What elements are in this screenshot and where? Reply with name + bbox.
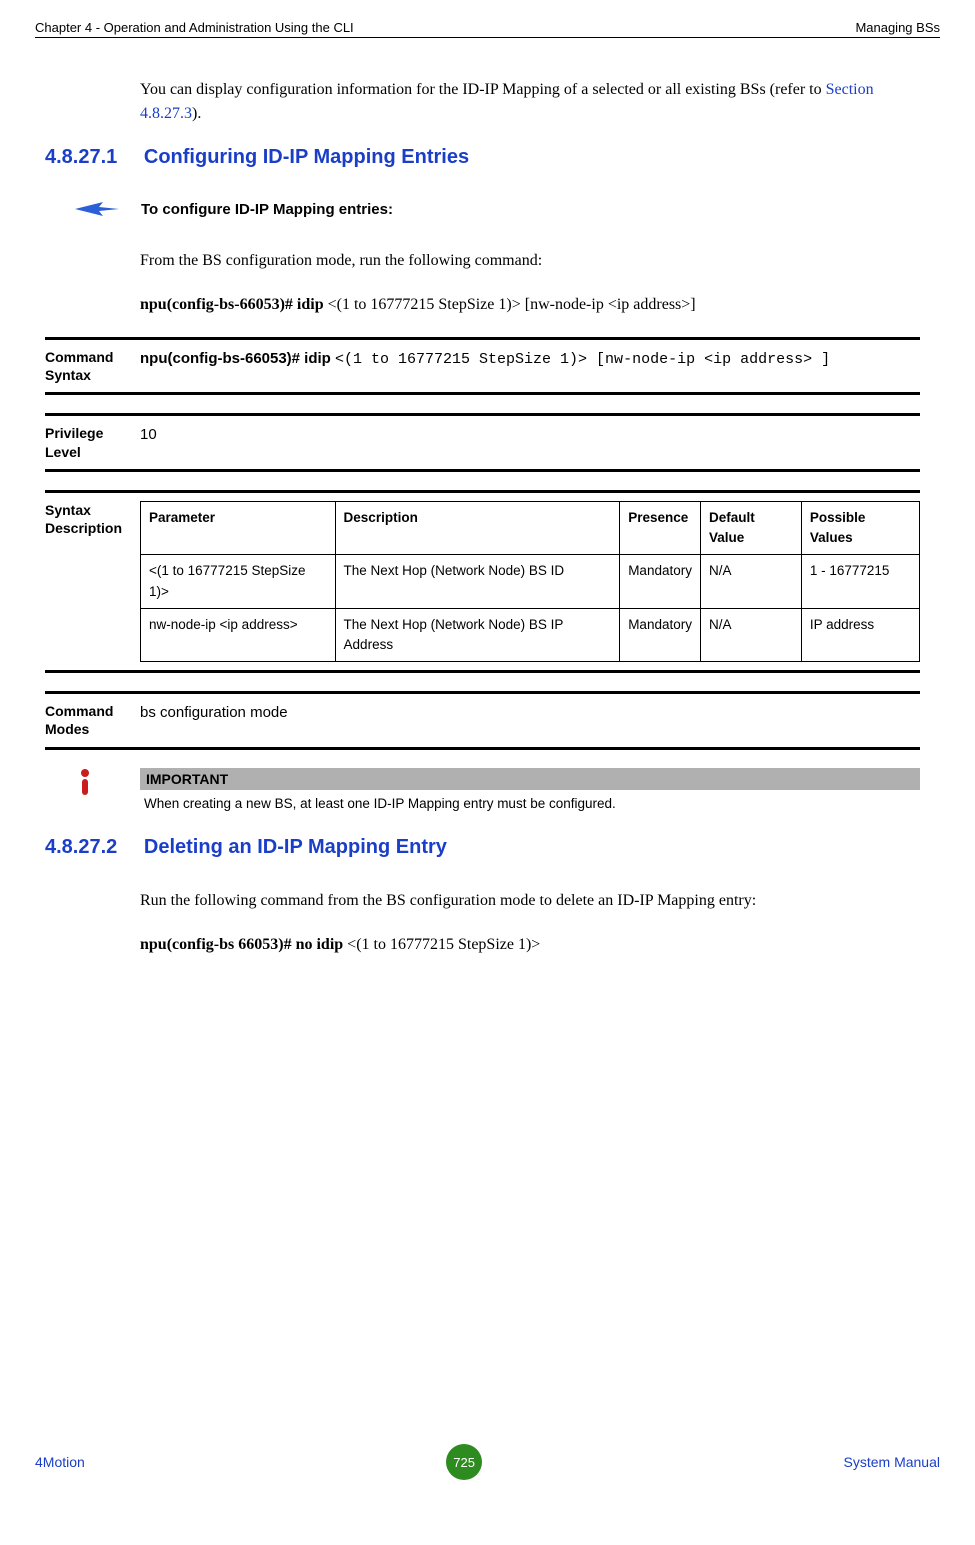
privilege-level-label: Privilege Level [45, 424, 140, 460]
section-title: Configuring ID-IP Mapping Entries [144, 146, 469, 169]
th-possible-values: Possible Values [801, 501, 919, 555]
th-parameter: Parameter [141, 501, 336, 555]
th-presence: Presence [620, 501, 701, 555]
cell-possible: IP address [801, 608, 919, 662]
section-heading-1: 4.8.27.1 Configuring ID-IP Mapping Entri… [45, 146, 940, 169]
syntax-description-content: Parameter Description Presence Default V… [140, 501, 920, 663]
sec2-command: npu(config-bs 66053)# no idip <(1 to 167… [140, 933, 920, 957]
footer-right: System Manual [844, 1454, 940, 1470]
cell-presence: Mandatory [620, 608, 701, 662]
intro-paragraph: You can display configuration informatio… [140, 78, 920, 126]
important-icon [75, 768, 95, 801]
procedure-text: From the BS configuration mode, run the … [140, 249, 920, 273]
cell-parameter: nw-node-ip <ip address> [141, 608, 336, 662]
command-syntax-label: Command Syntax [45, 348, 140, 384]
important-body: IMPORTANT When creating a new BS, at lea… [140, 768, 920, 811]
procedure-title: To configure ID-IP Mapping entries: [141, 201, 393, 218]
procedure-heading: To configure ID-IP Mapping entries: [75, 199, 940, 219]
sec2-command-bold: npu(config-bs 66053)# no idip [140, 936, 347, 953]
command-syntax-block: Command Syntax npu(config-bs-66053)# idi… [45, 337, 920, 395]
cell-description: The Next Hop (Network Node) BS ID [335, 555, 620, 609]
table-header-row: Parameter Description Presence Default V… [141, 501, 920, 555]
sec2-command-args: <(1 to 16777215 StepSize 1)> [347, 936, 540, 953]
sec2-paragraph: Run the following command from the BS co… [140, 889, 920, 913]
command-example: npu(config-bs-66053)# idip <(1 to 167772… [140, 293, 920, 317]
cell-parameter: <(1 to 16777215 StepSize 1)> [141, 555, 336, 609]
header-left: Chapter 4 - Operation and Administration… [35, 20, 354, 35]
header-right: Managing BSs [855, 20, 940, 35]
table-row: nw-node-ip <ip address> The Next Hop (Ne… [141, 608, 920, 662]
arrow-right-icon [75, 199, 119, 219]
cell-description: The Next Hop (Network Node) BS IP Addres… [335, 608, 620, 662]
privilege-level-value: 10 [140, 424, 920, 460]
intro-text-a: You can display configuration informatio… [140, 81, 826, 98]
cell-default: N/A [700, 555, 801, 609]
syntax-description-label: Syntax Description [45, 501, 140, 663]
th-description: Description [335, 501, 620, 555]
important-text: When creating a new BS, at least one ID-… [140, 796, 920, 811]
section-title: Deleting an ID-IP Mapping Entry [144, 836, 447, 859]
command-modes-value: bs configuration mode [140, 702, 920, 738]
footer-left: 4Motion [35, 1454, 85, 1470]
page-header: Chapter 4 - Operation and Administration… [35, 20, 940, 38]
cell-presence: Mandatory [620, 555, 701, 609]
command-bold: npu(config-bs-66053)# idip [140, 296, 328, 313]
section-number: 4.8.27.1 [45, 146, 140, 169]
command-syntax-bold: npu(config-bs-66053)# idip [140, 350, 335, 367]
command-syntax-mono: <(1 to 16777215 StepSize 1)> [nw-node-ip… [335, 351, 830, 368]
privilege-level-block: Privilege Level 10 [45, 413, 920, 471]
section-heading-2: 4.8.27.2 Deleting an ID-IP Mapping Entry [45, 836, 940, 859]
syntax-table: Parameter Description Presence Default V… [140, 501, 920, 663]
page-footer: 4Motion 725 System Manual [35, 1444, 940, 1480]
important-callout: IMPORTANT When creating a new BS, at lea… [75, 768, 920, 811]
important-title: IMPORTANT [140, 768, 920, 790]
cell-default: N/A [700, 608, 801, 662]
th-default-value: Default Value [700, 501, 801, 555]
command-syntax-content: npu(config-bs-66053)# idip <(1 to 167772… [140, 348, 920, 384]
command-modes-block: Command Modes bs configuration mode [45, 691, 920, 749]
syntax-description-block: Syntax Description Parameter Description… [45, 490, 920, 674]
section-number: 4.8.27.2 [45, 836, 140, 859]
table-row: <(1 to 16777215 StepSize 1)> The Next Ho… [141, 555, 920, 609]
command-modes-label: Command Modes [45, 702, 140, 738]
command-args: <(1 to 16777215 StepSize 1)> [nw-node-ip… [328, 296, 696, 313]
intro-text-b: ). [192, 105, 201, 122]
cell-possible: 1 - 16777215 [801, 555, 919, 609]
page-number-badge: 725 [446, 1444, 482, 1480]
